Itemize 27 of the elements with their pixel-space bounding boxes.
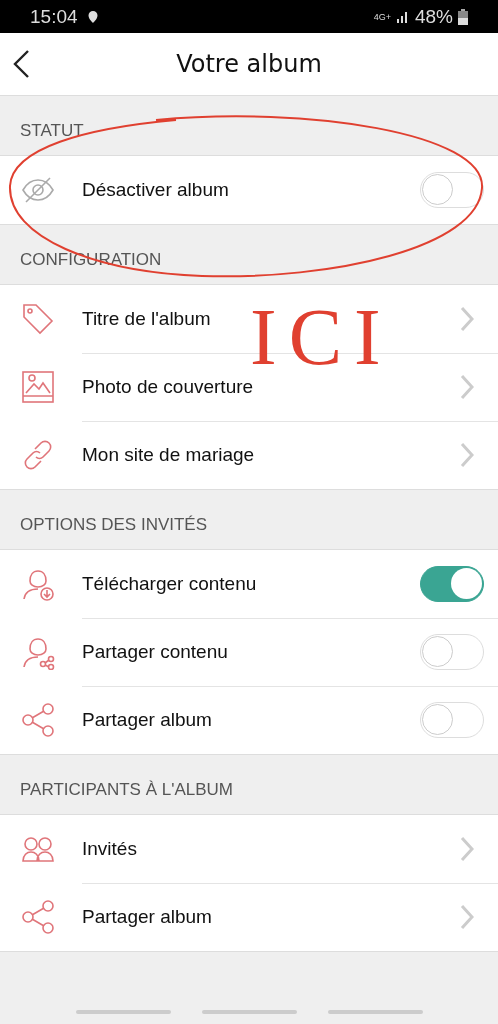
chevron-icon (460, 374, 474, 400)
image-icon (20, 369, 56, 405)
section-title: STATUT (20, 121, 84, 141)
section-title: OPTIONS DES INVITÉS (20, 515, 208, 535)
battery-level: 48% (414, 5, 453, 28)
screen-title: Votre album (175, 50, 323, 78)
row-label[interactable]: Partager contenu (82, 641, 420, 663)
section-title: PARTICIPANTS À L'ALBUM (20, 780, 233, 800)
share-icon (20, 899, 56, 935)
battery-icon (458, 8, 468, 25)
back-icon[interactable] (12, 49, 30, 79)
network-type: 4G+ (373, 11, 391, 22)
tag-icon (20, 301, 56, 337)
location-icon (86, 9, 99, 24)
chevron-icon (460, 836, 474, 862)
chevron-icon (460, 904, 474, 930)
row-label[interactable]: Partager album (82, 709, 420, 731)
row-label[interactable]: Télécharger contenu (82, 573, 420, 595)
status-time: 15:04 (30, 5, 78, 28)
chevron-icon (460, 442, 474, 468)
share-icon (20, 702, 56, 738)
row-label[interactable]: Mon site de mariage (82, 444, 460, 466)
row-label[interactable]: Invités (82, 838, 460, 860)
signal-icon (395, 9, 410, 24)
row-label[interactable]: Partager album (82, 906, 460, 928)
chevron-icon (460, 306, 474, 332)
toggle-switch[interactable] (420, 566, 484, 602)
